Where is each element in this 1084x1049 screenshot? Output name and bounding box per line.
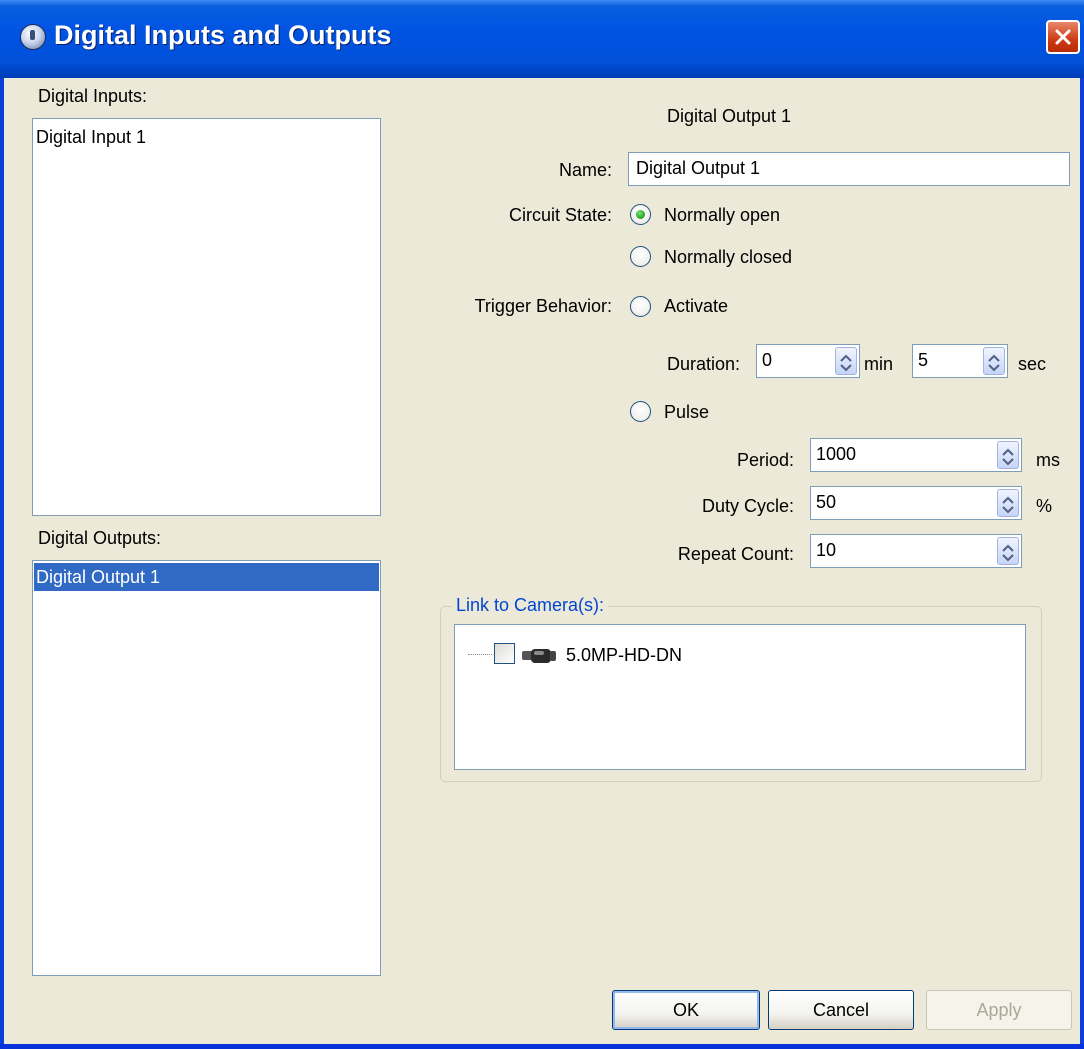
duty-cycle-stepper[interactable]: 50 bbox=[810, 486, 1022, 520]
period-value[interactable]: 1000 bbox=[816, 439, 856, 469]
duration-label: Duration: bbox=[666, 354, 740, 374]
trigger-behavior-label: Trigger Behavior: bbox=[474, 296, 612, 316]
spin-arrows-icon bbox=[840, 354, 852, 372]
close-button[interactable] bbox=[1046, 20, 1080, 54]
period-stepper[interactable]: 1000 bbox=[810, 438, 1022, 472]
tree-connector bbox=[468, 654, 492, 655]
digital-inputs-label: Digital Inputs: bbox=[38, 86, 148, 106]
close-icon bbox=[1055, 29, 1071, 45]
window-border-left bbox=[0, 78, 4, 1044]
output-heading: Digital Output 1 bbox=[667, 106, 792, 126]
app-icon bbox=[20, 24, 46, 50]
spin-arrows-icon bbox=[1002, 448, 1014, 466]
duty-cycle-spin-buttons[interactable] bbox=[997, 489, 1019, 517]
normally-closed-radio[interactable] bbox=[630, 246, 651, 267]
duty-cycle-value[interactable]: 50 bbox=[816, 487, 836, 517]
activate-label[interactable]: Activate bbox=[664, 295, 728, 317]
list-item-digital-output-1[interactable]: Digital Output 1 bbox=[34, 563, 379, 591]
duty-cycle-unit-label: % bbox=[1036, 496, 1053, 516]
spin-arrows-icon bbox=[1002, 496, 1014, 514]
duration-min-stepper[interactable]: 0 bbox=[756, 344, 860, 378]
camera-label[interactable]: 5.0MP-HD-DN bbox=[566, 644, 682, 666]
duration-sec-spin-buttons[interactable] bbox=[983, 347, 1005, 375]
normally-closed-label[interactable]: Normally closed bbox=[664, 246, 792, 268]
circuit-state-label: Circuit State: bbox=[508, 205, 612, 225]
duration-min-spin-buttons[interactable] bbox=[835, 347, 857, 375]
digital-outputs-label: Digital Outputs: bbox=[38, 528, 162, 548]
pulse-radio[interactable] bbox=[630, 401, 651, 422]
list-item-digital-input-1[interactable]: Digital Input 1 bbox=[34, 123, 379, 151]
normally-open-radio[interactable] bbox=[630, 204, 651, 225]
link-cameras-legend: Link to Camera(s): bbox=[452, 594, 609, 616]
name-label: Name: bbox=[558, 160, 612, 180]
ok-button[interactable]: OK bbox=[612, 990, 760, 1030]
dialog-window: Digital Inputs and Outputs Digital Input… bbox=[0, 0, 1084, 1049]
activate-radio[interactable] bbox=[630, 296, 651, 317]
cancel-button[interactable]: Cancel bbox=[768, 990, 914, 1030]
duration-sec-value[interactable]: 5 bbox=[918, 345, 928, 375]
sec-unit-label: sec bbox=[1018, 354, 1047, 374]
repeat-count-stepper[interactable]: 10 bbox=[810, 534, 1022, 568]
camera-icon bbox=[522, 649, 556, 663]
spin-arrows-icon bbox=[1002, 544, 1014, 562]
duty-cycle-label: Duty Cycle: bbox=[701, 496, 794, 516]
digital-inputs-list[interactable]: Digital Input 1 bbox=[32, 118, 381, 516]
window-border-right bbox=[1080, 78, 1084, 1044]
name-input[interactable]: Digital Output 1 bbox=[628, 152, 1070, 186]
camera-checkbox[interactable] bbox=[494, 643, 515, 664]
title-bar[interactable]: Digital Inputs and Outputs bbox=[0, 0, 1084, 78]
period-label: Period: bbox=[736, 450, 794, 470]
window-border-bottom bbox=[0, 1044, 1084, 1049]
pulse-label[interactable]: Pulse bbox=[664, 401, 709, 423]
repeat-count-value[interactable]: 10 bbox=[816, 535, 836, 565]
digital-outputs-list[interactable]: Digital Output 1 bbox=[32, 560, 381, 976]
normally-open-label[interactable]: Normally open bbox=[664, 204, 780, 226]
duration-min-value[interactable]: 0 bbox=[762, 345, 772, 375]
duration-sec-stepper[interactable]: 5 bbox=[912, 344, 1008, 378]
spin-arrows-icon bbox=[988, 354, 1000, 372]
repeat-count-spin-buttons[interactable] bbox=[997, 537, 1019, 565]
period-unit-label: ms bbox=[1036, 450, 1060, 470]
period-spin-buttons[interactable] bbox=[997, 441, 1019, 469]
apply-button: Apply bbox=[926, 990, 1072, 1030]
repeat-count-label: Repeat Count: bbox=[677, 544, 794, 564]
min-unit-label: min bbox=[864, 354, 894, 374]
window-title: Digital Inputs and Outputs bbox=[54, 20, 392, 50]
